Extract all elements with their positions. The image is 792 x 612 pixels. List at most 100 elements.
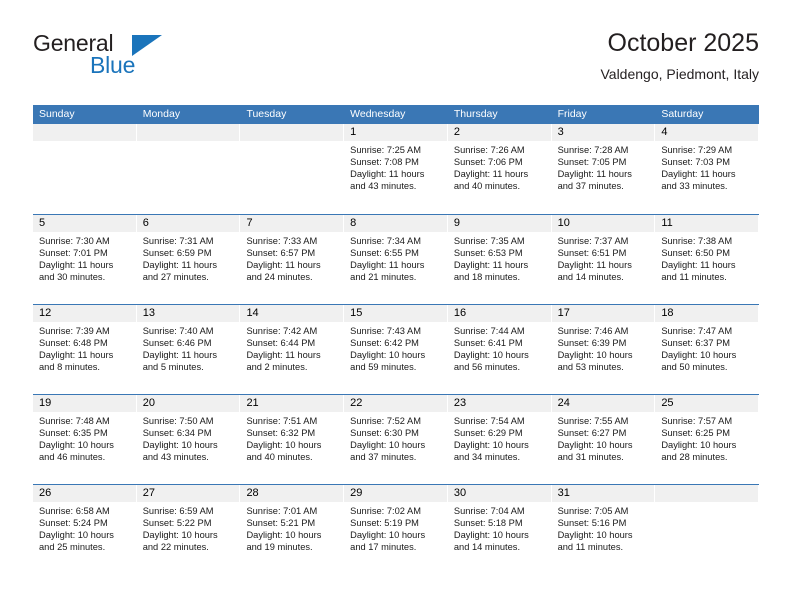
calendar-day-cell-empty	[655, 485, 760, 574]
calendar-day-cell[interactable]: 28 Sunrise: 7:01 AM Sunset: 5:21 PM Dayligh…	[240, 485, 345, 574]
daylight-text-line2: and 34 minutes.	[453, 452, 521, 463]
calendar-day-cell[interactable]: 18 Sunrise: 7:47 AM Sunset: 6:37 PM Dayligh…	[655, 305, 760, 394]
sunset-text: Sunset: 7:03 PM	[661, 157, 731, 168]
daylight-text-line2: and 11 minutes.	[557, 542, 624, 553]
day-number-bar: 3	[551, 124, 655, 141]
daylight-text-line2: and 19 minutes.	[246, 542, 313, 553]
day-info: Sunrise: 7:29 AM Sunset: 7:03 PM Daylight:…	[655, 141, 758, 192]
calendar-day-cell[interactable]: 5 Sunrise: 7:30 AM Sunset: 7:01 PM Daylight…	[33, 215, 137, 304]
day-info: Sunrise: 7:26 AM Sunset: 7:06 PM Daylight:…	[448, 141, 551, 192]
day-number-bar: 10	[551, 215, 655, 232]
daylight-text-line2: and 33 minutes.	[661, 181, 728, 192]
daylight-text-line1: Daylight: 10 hours	[350, 530, 426, 541]
sunset-text: Sunset: 6:42 PM	[350, 338, 419, 349]
calendar-day-cell[interactable]: 14 Sunrise: 7:42 AM Sunset: 6:44 PM Dayligh…	[240, 305, 345, 394]
calendar-day-cell[interactable]: 6 Sunrise: 7:31 AM Sunset: 6:59 PM Daylight…	[136, 215, 241, 304]
calendar-week-row: 12 Sunrise: 7:39 AM Sunset: 6:48 PM Dayligh…	[33, 304, 760, 394]
calendar-week-row: 1 Sunrise: 7:25 AM Sunset: 7:08 PM Daylight…	[33, 124, 760, 214]
calendar-day-cell[interactable]: 1 Sunrise: 7:25 AM Sunset: 7:08 PM Daylight…	[344, 124, 448, 214]
sunrise-text: Sunrise: 7:47 AM	[661, 326, 733, 336]
sunset-text: Sunset: 6:57 PM	[246, 248, 316, 259]
calendar-day-cell[interactable]: 10 Sunrise: 7:37 AM Sunset: 6:51 PM Dayligh…	[551, 215, 656, 304]
calendar-day-cell[interactable]: 31 Sunrise: 7:05 AM Sunset: 5:16 PM Dayligh…	[551, 485, 656, 574]
day-number: 17	[557, 307, 570, 319]
calendar-day-cell[interactable]: 20 Sunrise: 7:50 AM Sunset: 6:34 PM Dayligh…	[136, 395, 241, 484]
sunset-text: Sunset: 6:39 PM	[557, 338, 627, 349]
day-info: Sunrise: 7:46 AM Sunset: 6:39 PM Daylight:…	[552, 322, 655, 373]
day-number-bar: 5	[33, 215, 136, 232]
day-number-bar: 29	[344, 485, 447, 502]
day-number: 11	[661, 217, 673, 229]
title-block: October 2025 Valdengo, Piedmont, Italy	[600, 28, 759, 84]
day-info: Sunrise: 7:50 AM Sunset: 6:34 PM Daylight:…	[137, 412, 240, 463]
calendar-day-cell[interactable]: 23 Sunrise: 7:54 AM Sunset: 6:29 PM Dayligh…	[447, 395, 552, 484]
calendar-day-cell[interactable]: 24 Sunrise: 7:55 AM Sunset: 6:27 PM Dayligh…	[551, 395, 656, 484]
daylight-text-line1: Daylight: 11 hours	[142, 350, 217, 361]
calendar-day-cell[interactable]: 7 Sunrise: 7:33 AM Sunset: 6:57 PM Daylight…	[240, 215, 345, 304]
sunrise-text: Sunrise: 7:37 AM	[557, 236, 629, 246]
general-blue-logo[interactable]: General Blue	[33, 30, 213, 86]
sunrise-text: Sunrise: 7:05 AM	[557, 506, 629, 516]
daylight-text-line2: and 27 minutes.	[142, 272, 209, 283]
day-info: Sunrise: 7:42 AM Sunset: 6:44 PM Daylight:…	[240, 322, 343, 373]
day-number: 7	[246, 217, 253, 229]
calendar-day-cell[interactable]: 29 Sunrise: 7:02 AM Sunset: 5:19 PM Dayligh…	[344, 485, 448, 574]
day-number-bar: 31	[551, 485, 655, 502]
day-number: 22	[350, 397, 363, 409]
calendar-day-cell[interactable]: 12 Sunrise: 7:39 AM Sunset: 6:48 PM Dayligh…	[33, 305, 137, 394]
calendar-day-cell[interactable]: 17 Sunrise: 7:46 AM Sunset: 6:39 PM Dayligh…	[551, 305, 656, 394]
day-number: 3	[557, 126, 564, 138]
calendar-day-cell[interactable]: 13 Sunrise: 7:40 AM Sunset: 6:46 PM Dayligh…	[136, 305, 241, 394]
calendar-day-cell[interactable]: 22 Sunrise: 7:52 AM Sunset: 6:30 PM Dayligh…	[344, 395, 448, 484]
calendar-page: General Blue October 2025 Valdengo, Pied…	[0, 0, 792, 612]
calendar-week-row: 26 Sunrise: 6:58 AM Sunset: 5:24 PM Dayligh…	[33, 484, 760, 574]
daylight-text-line1: Daylight: 10 hours	[39, 440, 114, 451]
calendar-day-cell[interactable]: 4 Sunrise: 7:29 AM Sunset: 7:03 PM Daylight…	[655, 124, 760, 214]
sunrise-text: Sunrise: 7:50 AM	[142, 416, 214, 426]
calendar-day-cell[interactable]: 30 Sunrise: 7:04 AM Sunset: 5:18 PM Dayligh…	[447, 485, 552, 574]
day-number-bar: 14	[240, 305, 344, 322]
sunrise-text: Sunrise: 7:34 AM	[350, 236, 421, 246]
day-number: 6	[142, 217, 149, 229]
day-number-bar: 4	[655, 124, 759, 141]
daylight-text-line1: Daylight: 10 hours	[557, 350, 633, 361]
weekday-header-friday: Friday	[557, 108, 587, 120]
sunset-text: Sunset: 6:34 PM	[142, 428, 212, 439]
sunset-text: Sunset: 7:05 PM	[557, 157, 627, 168]
sunrise-text: Sunrise: 7:57 AM	[661, 416, 733, 426]
daylight-text-line2: and 5 minutes.	[142, 362, 204, 373]
daylight-text-line1: Daylight: 11 hours	[350, 260, 425, 271]
daylight-text-line2: and 40 minutes.	[453, 181, 521, 192]
daylight-text-line1: Daylight: 11 hours	[453, 260, 529, 271]
day-number-bar: 9	[447, 215, 551, 232]
calendar-day-cell[interactable]: 26 Sunrise: 6:58 AM Sunset: 5:24 PM Dayligh…	[33, 485, 137, 574]
sunset-text: Sunset: 7:01 PM	[39, 248, 108, 259]
day-number-bar: 22	[344, 395, 447, 412]
calendar-day-cell[interactable]: 11 Sunrise: 7:38 AM Sunset: 6:50 PM Dayligh…	[655, 215, 760, 304]
calendar-day-cell[interactable]: 19 Sunrise: 7:48 AM Sunset: 6:35 PM Dayligh…	[33, 395, 137, 484]
sunset-text: Sunset: 6:46 PM	[142, 338, 212, 349]
calendar-day-cell[interactable]: 8 Sunrise: 7:34 AM Sunset: 6:55 PM Daylight…	[344, 215, 448, 304]
calendar-day-cell[interactable]: 2 Sunrise: 7:26 AM Sunset: 7:06 PM Daylight…	[447, 124, 552, 214]
day-info: Sunrise: 7:04 AM Sunset: 5:18 PM Daylight:…	[448, 502, 551, 553]
daylight-text-line1: Daylight: 11 hours	[557, 169, 632, 180]
day-number-bar	[33, 124, 136, 141]
daylight-text-line2: and 40 minutes.	[246, 452, 313, 463]
calendar-week-row: 5 Sunrise: 7:30 AM Sunset: 7:01 PM Daylight…	[33, 214, 760, 304]
sunrise-text: Sunrise: 7:43 AM	[350, 326, 421, 336]
calendar-day-cell[interactable]: 3 Sunrise: 7:28 AM Sunset: 7:05 PM Daylight…	[551, 124, 656, 214]
daylight-text-line2: and 11 minutes.	[661, 272, 727, 283]
daylight-text-line1: Daylight: 10 hours	[453, 440, 529, 451]
calendar-day-cell[interactable]: 21 Sunrise: 7:51 AM Sunset: 6:32 PM Dayligh…	[240, 395, 345, 484]
calendar-day-cell[interactable]: 25 Sunrise: 7:57 AM Sunset: 6:25 PM Dayligh…	[655, 395, 760, 484]
sunset-text: Sunset: 6:55 PM	[350, 248, 419, 259]
calendar-day-cell[interactable]: 15 Sunrise: 7:43 AM Sunset: 6:42 PM Dayligh…	[344, 305, 448, 394]
calendar-day-cell[interactable]: 27 Sunrise: 6:59 AM Sunset: 5:22 PM Dayligh…	[136, 485, 241, 574]
day-number-bar: 23	[447, 395, 551, 412]
calendar-day-cell[interactable]: 9 Sunrise: 7:35 AM Sunset: 6:53 PM Daylight…	[447, 215, 552, 304]
sunrise-text: Sunrise: 7:46 AM	[557, 326, 629, 336]
calendar-day-cell-empty	[33, 124, 137, 214]
calendar-day-cell[interactable]: 16 Sunrise: 7:44 AM Sunset: 6:41 PM Dayligh…	[447, 305, 552, 394]
day-number: 9	[453, 217, 460, 229]
day-number-bar: 19	[33, 395, 136, 412]
